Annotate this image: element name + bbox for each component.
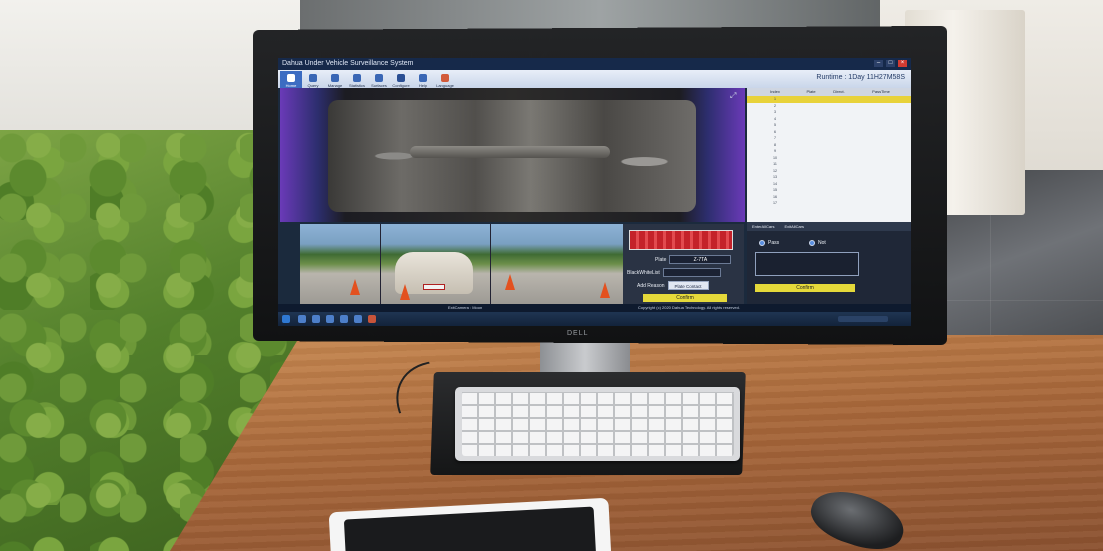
maximize-icon[interactable]: □ [886,60,895,67]
traffic-cone [600,282,610,298]
toolbar-configure-button[interactable]: Configure [390,71,412,88]
os-taskbar [278,312,911,326]
column-header[interactable]: Index [755,88,795,96]
toolbar-manage-button[interactable]: Manage [324,71,346,88]
column-header[interactable]: Plate [795,88,827,96]
plate-confirm-button[interactable]: Confirm [643,294,727,302]
monitor-screen: Dahua Under Vehicle Surveillance System … [278,58,911,326]
table-cell: 17 [773,201,777,205]
toolbar-statistics-button[interactable]: Statistics [346,71,368,88]
camera-divider [490,224,491,304]
window-glass [300,0,900,30]
toolbar-home-button[interactable]: Home [280,71,302,88]
plate-contact-button[interactable]: Plate Contact [667,281,709,290]
radio-pass[interactable] [759,240,765,246]
plate-panel: Plate Z-7TA BlackWhiteList Add Reason Pl… [623,224,744,304]
query-icon [309,74,317,82]
table-header: Index Plate Direct. PassTime [747,88,911,96]
table-cell [827,200,851,207]
pass-records-table: Index Plate Direct. PassTime 1 2 3 4 5 6 7 8 9 10… [747,88,911,222]
window-controls: – □ × [874,60,907,67]
status-bar: ExitCamera : Moon Copyright (c) 2020 Dah… [278,304,911,312]
column-header[interactable]: Direct. [827,88,851,96]
control-tabs: EnterAllCars ExitAllCars [747,222,911,231]
traffic-cone [400,284,410,300]
toolbar-surfaces-button[interactable]: Surfaces [368,71,390,88]
help-icon [419,74,427,82]
photo-scene: DELL Dahua Under Vehicle Surveillance Sy… [0,0,1103,551]
language-icon [441,74,449,82]
not-option[interactable]: Not [809,240,826,246]
taskbar-app-icon[interactable] [312,315,320,323]
tab-exit-all-cars[interactable]: ExitAllCars [779,222,809,231]
window-title: Dahua Under Vehicle Surveillance System [282,60,414,67]
table-row[interactable]: 17 [747,200,911,207]
plate-label: Plate [655,256,667,263]
plate-row: Plate Z-7TA [655,255,732,264]
column-header[interactable]: PassTime [851,88,911,96]
camera-divider [380,224,381,304]
search-icon [353,74,361,82]
add-reason-row: Add Reason Plate Contact [637,281,709,290]
taskbar-app-icon[interactable] [368,315,376,323]
pass-label: Pass [768,240,780,246]
surface-icon [375,74,383,82]
expand-icon[interactable]: ⤢ [730,91,736,101]
note-textarea[interactable] [755,252,859,276]
taskbar-app-icon[interactable] [340,315,348,323]
minimize-icon[interactable]: – [874,60,883,67]
camera-snapshot[interactable] [300,224,623,304]
plate-field[interactable]: Z-7TA [669,255,732,264]
plate-crop-image [629,230,733,250]
table-cell [851,200,911,207]
exhaust-pipe [410,146,610,158]
toolbar-help-button[interactable]: Help [412,71,434,88]
car-license-plate [423,284,445,290]
traffic-cone [350,279,360,295]
table-cell [795,200,827,207]
taskbar-app-icon[interactable] [326,315,334,323]
toolbar-query-button[interactable]: Query [302,71,324,88]
close-icon[interactable]: × [898,60,907,67]
radio-not[interactable] [809,240,815,246]
undervehicle-image[interactable] [280,88,745,222]
camera-status: ExitCamera : Moon [448,305,483,310]
add-reason-label: Add Reason [637,282,665,289]
taskbar-app-icon[interactable] [354,315,362,323]
window-title-bar: Dahua Under Vehicle Surveillance System … [278,58,911,70]
gear-icon [397,74,405,82]
runtime-readout: Runtime : 1Day 11H27M58S [816,74,905,81]
table-body: 1 2 3 4 5 6 7 8 9 10 11 12 13 14 15 16 17 [747,96,911,207]
blacklist-label: BlackWhiteList [627,269,660,276]
copyright-text: Copyright (c) 2020 Dahua Technology. All… [638,305,740,310]
tab-enter-all-cars[interactable]: EnterAllCars [747,222,779,231]
blacklist-field[interactable] [662,268,721,277]
pass-option[interactable]: Pass [759,240,779,246]
car-icon [331,74,339,82]
toolbar-language-button[interactable]: Language [434,71,456,88]
home-icon [287,74,295,82]
start-icon[interactable] [282,315,290,323]
taskbar-app-icon[interactable] [298,315,306,323]
not-label: Not [818,240,826,246]
gate-confirm-button[interactable]: Confirm [755,284,855,292]
traffic-cone [505,274,515,290]
blacklist-row: BlackWhiteList [627,268,721,277]
gate-control-panel: EnterAllCars ExitAllCars Pass Not Confir… [747,222,911,304]
table-cell [747,200,755,207]
monitor-brand-logo: DELL [567,330,589,337]
system-tray[interactable] [838,316,888,322]
